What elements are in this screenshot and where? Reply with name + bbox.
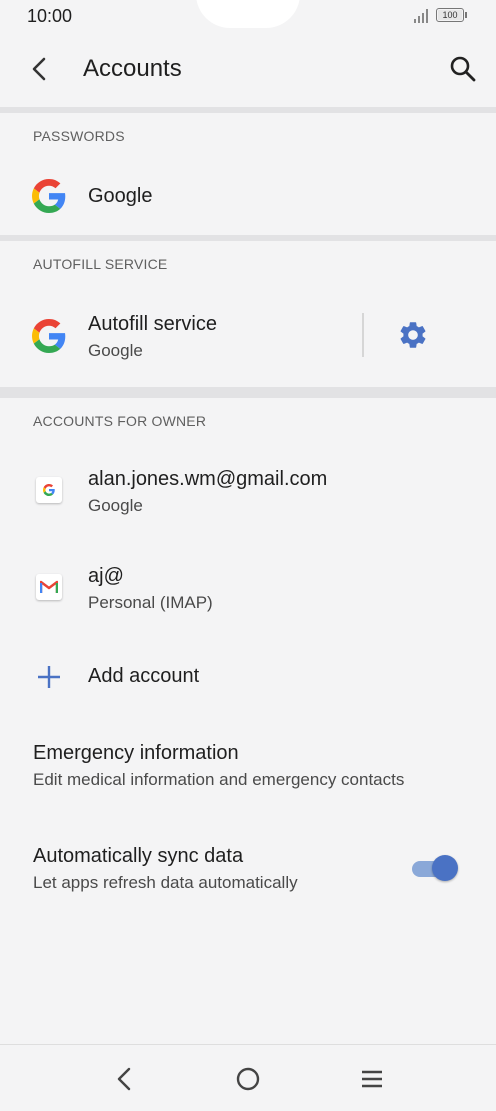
settings-gear-icon[interactable] [397,319,429,351]
account-email: aj@ [88,565,124,587]
account-item-google[interactable]: alan.jones.wm@gmail.com Google [0,448,496,532]
emergency-information-item[interactable]: Emergency information Edit medical infor… [0,730,496,806]
add-account-button[interactable]: Add account [0,645,496,707]
signal-icon [414,9,428,23]
battery-icon: 100 [436,8,464,22]
vertical-separator [362,313,364,357]
section-header-accounts: ACCOUNTS FOR OWNER [33,413,207,429]
status-bar: 10:00 100 [0,0,496,36]
sync-title: Automatically sync data [33,845,244,867]
emergency-subtitle: Edit medical information and emergency c… [33,770,405,789]
back-arrow-icon[interactable] [22,52,56,86]
battery-level: 100 [438,10,462,20]
google-account-tile [36,477,62,503]
section-header-autofill: AUTOFILL SERVICE [33,256,168,272]
search-icon[interactable] [446,52,480,86]
autofill-subtitle: Google [88,341,143,360]
section-divider [0,387,496,398]
navigation-bar [0,1044,496,1111]
plus-icon [38,666,60,688]
account-email: alan.jones.wm@gmail.com [88,468,328,490]
gmail-account-tile [36,574,62,600]
nav-home-icon[interactable] [228,1059,268,1099]
account-type: Personal (IMAP) [88,593,213,612]
add-account-label: Add account [88,665,200,687]
gmail-icon [40,580,58,593]
section-divider [0,107,496,113]
app-bar: Accounts [0,38,496,100]
account-type: Google [88,496,143,515]
camera-notch [196,0,300,28]
sync-toggle-switch[interactable] [410,854,460,882]
password-item-label: Google [88,185,153,207]
google-icon [32,319,66,353]
battery-tip [465,12,467,18]
google-icon [32,179,66,213]
nav-back-icon[interactable] [104,1059,144,1099]
autofill-title: Autofill service [88,313,217,335]
password-item-google[interactable]: Google [0,158,496,234]
section-divider [0,235,496,241]
google-icon [43,484,55,496]
status-time: 10:00 [27,6,73,26]
nav-menu-icon[interactable] [352,1059,392,1099]
section-header-passwords: PASSWORDS [33,128,125,144]
page-title: Accounts [83,55,182,82]
emergency-title: Emergency information [33,742,239,764]
toggle-thumb [432,855,458,881]
account-item-imap[interactable]: aj@ Personal (IMAP) [0,546,496,630]
sync-subtitle: Let apps refresh data automatically [33,873,298,892]
